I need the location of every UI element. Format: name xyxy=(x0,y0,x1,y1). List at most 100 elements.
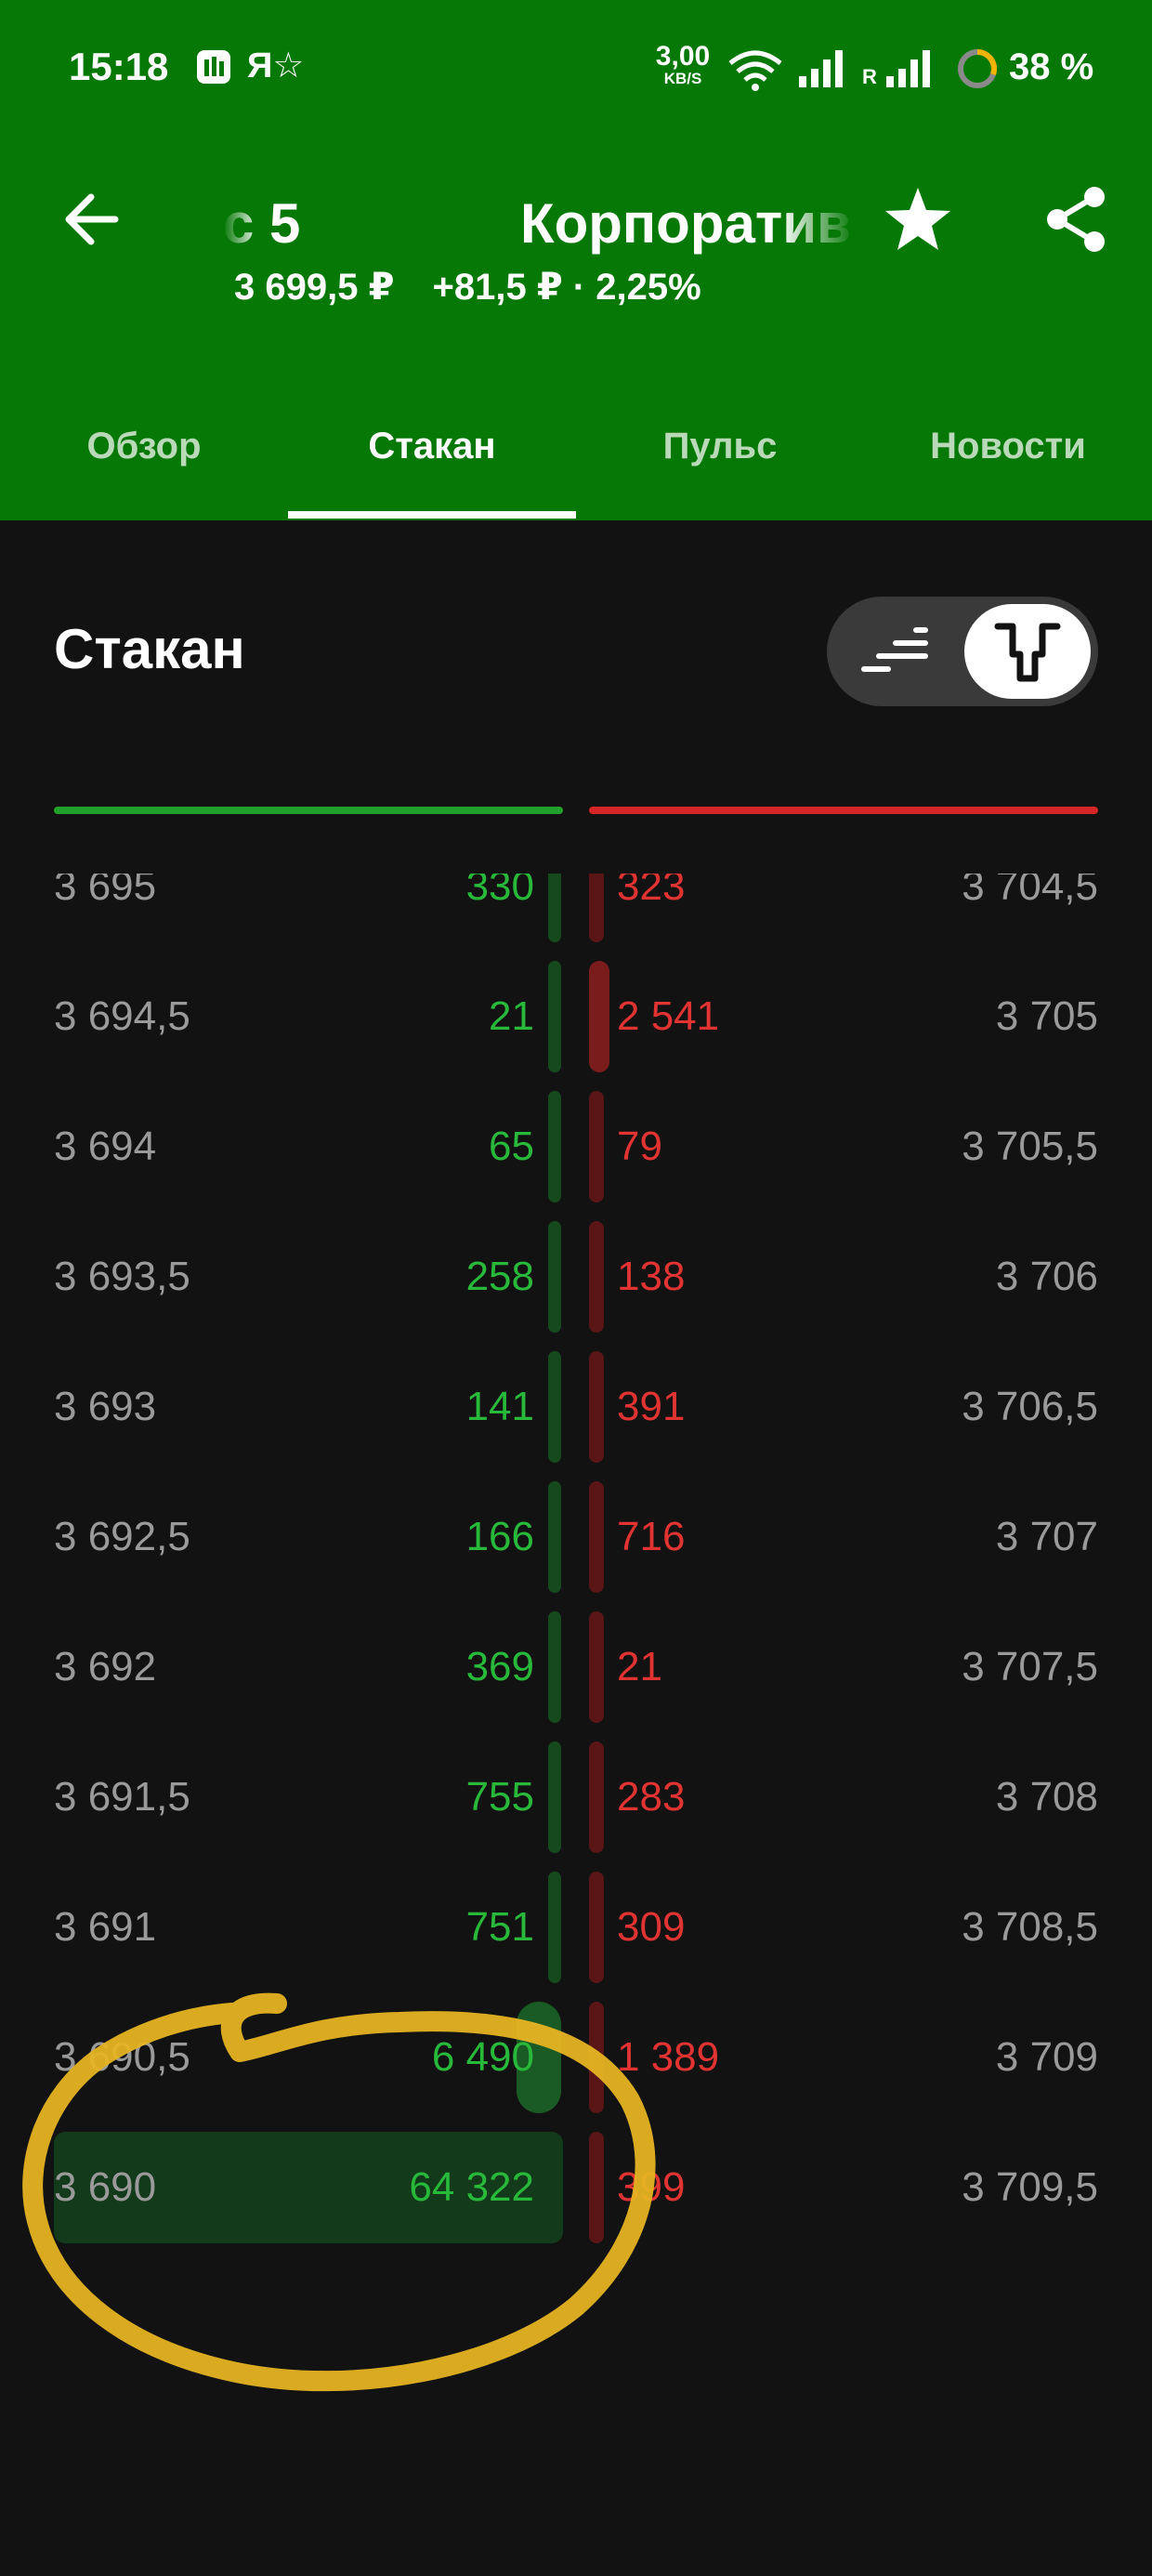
ask-quantity: 138 xyxy=(617,1254,686,1299)
bid-quantity: 21 xyxy=(489,993,534,1039)
asks-indicator-line xyxy=(589,807,1098,814)
ask-volume-bar xyxy=(589,1741,604,1853)
bid-quantity: 258 xyxy=(465,1254,534,1299)
app-notification-icon xyxy=(197,50,230,84)
order-book-row[interactable]: 3 692,5 166 716 3 707 xyxy=(0,1472,1152,1602)
wifi-icon xyxy=(728,50,782,91)
bid-volume-bar xyxy=(548,1872,561,1983)
bid-quantity: 369 xyxy=(465,1644,534,1689)
ask-price: 3 708,5 xyxy=(962,1904,1098,1950)
instrument-header: 15:18 Я☆ 3,00 KB/S R 38 % с 5 Корпоратив… xyxy=(0,0,1152,520)
ask-price: 3 709 xyxy=(995,2034,1098,2080)
ask-price: 3 707 xyxy=(995,1514,1098,1559)
roaming-indicator: R xyxy=(862,65,877,88)
ask-quantity: 391 xyxy=(617,1384,686,1429)
bid-price: 3 694 xyxy=(54,1124,157,1169)
tab-news[interactable]: Новости xyxy=(864,390,1152,520)
order-book-row[interactable]: 3 695 330 323 3 704,5 xyxy=(0,874,1152,952)
bid-quantity: 166 xyxy=(465,1514,534,1559)
ask-price: 3 704,5 xyxy=(962,874,1098,909)
bid-price: 3 691,5 xyxy=(54,1774,190,1820)
bid-price: 3 694,5 xyxy=(54,993,190,1039)
tab-pulse[interactable]: Пульс xyxy=(576,390,864,520)
price-change: +81,5 ₽ · 2,25% xyxy=(432,267,701,308)
tab-bar: Обзор Стакан Пульс Новости xyxy=(0,390,1152,520)
order-book-row[interactable]: 3 690 64 322 399 3 709,5 xyxy=(0,2123,1152,2253)
order-book-row[interactable]: 3 694 65 79 3 705,5 xyxy=(0,1082,1152,1212)
instrument-title: с 5 Корпоратив xyxy=(223,186,855,260)
ask-price: 3 705 xyxy=(995,993,1098,1039)
order-book-row[interactable]: 3 690,5 6 490 1 389 3 709 xyxy=(0,1992,1152,2123)
bids-indicator-line xyxy=(54,807,563,814)
list-icon[interactable] xyxy=(851,619,940,684)
status-bar: 15:18 Я☆ 3,00 KB/S R 38 % xyxy=(0,0,1152,139)
bid-price: 3 690 xyxy=(54,2164,157,2210)
bid-quantity: 65 xyxy=(489,1124,534,1169)
ask-price: 3 706 xyxy=(995,1254,1098,1299)
tab-overview[interactable]: Обзор xyxy=(0,390,288,520)
ask-price: 3 709,5 xyxy=(962,2164,1098,2210)
battery-percent: 38 % xyxy=(1009,46,1094,87)
ask-price: 3 708 xyxy=(995,1774,1098,1820)
order-book-row[interactable]: 3 693,5 258 138 3 706 xyxy=(0,1212,1152,1342)
order-book-row[interactable]: 3 691,5 755 283 3 708 xyxy=(0,1732,1152,1862)
tab-order-book[interactable]: Стакан xyxy=(288,390,576,520)
ask-price: 3 706,5 xyxy=(962,1384,1098,1429)
current-price: 3 699,5 ₽ xyxy=(234,267,395,308)
bid-volume-bar xyxy=(548,874,561,942)
bid-quantity: 755 xyxy=(465,1774,534,1820)
bid-quantity: 751 xyxy=(465,1904,534,1950)
bid-quantity: 141 xyxy=(465,1384,534,1429)
star-icon[interactable] xyxy=(881,182,955,256)
ask-volume-bar xyxy=(589,2132,604,2243)
order-book-row[interactable]: 3 691 751 309 3 708,5 xyxy=(0,1862,1152,1992)
yandex-notification-icon: Я☆ xyxy=(247,46,305,85)
active-tab-indicator xyxy=(288,511,576,519)
ask-quantity: 283 xyxy=(617,1774,686,1820)
signal-icon xyxy=(799,50,843,87)
ask-volume-bar xyxy=(589,1872,604,1983)
bid-volume-bar xyxy=(548,1611,561,1723)
ask-quantity: 1 389 xyxy=(617,2034,720,2080)
order-book-icon xyxy=(994,623,1061,682)
order-book-row[interactable]: 3 692 369 21 3 707,5 xyxy=(0,1602,1152,1732)
ask-quantity: 716 xyxy=(617,1514,686,1559)
ask-volume-bar xyxy=(589,961,609,1072)
bid-price: 3 692,5 xyxy=(54,1514,190,1559)
bid-quantity: 330 xyxy=(465,874,534,909)
ask-quantity: 309 xyxy=(617,1904,686,1950)
bid-price: 3 691 xyxy=(54,1904,157,1950)
view-toggle[interactable] xyxy=(827,597,1098,706)
back-arrow-icon[interactable] xyxy=(58,186,124,253)
signal-icon xyxy=(886,50,930,87)
ask-price: 3 705,5 xyxy=(962,1124,1098,1169)
bid-volume-bar xyxy=(548,1741,561,1853)
battery-icon xyxy=(958,48,998,88)
order-book-row[interactable]: 3 693 141 391 3 706,5 xyxy=(0,1342,1152,1472)
order-book-view-option[interactable] xyxy=(964,604,1091,699)
ask-volume-bar xyxy=(589,2002,604,2113)
bid-volume-bar xyxy=(548,1481,561,1593)
ask-quantity: 323 xyxy=(617,874,686,909)
bid-quantity: 64 322 xyxy=(409,2164,534,2210)
order-book-row[interactable]: 3 694,5 21 2 541 3 705 xyxy=(0,952,1152,1082)
ask-quantity: 399 xyxy=(617,2164,686,2210)
status-time: 15:18 xyxy=(69,45,169,88)
ask-quantity: 79 xyxy=(617,1124,662,1169)
bid-volume-bar xyxy=(548,1091,561,1203)
bid-price: 3 693 xyxy=(54,1384,157,1429)
share-icon[interactable] xyxy=(1039,182,1113,256)
bid-volume-bar xyxy=(548,1351,561,1463)
ask-quantity: 21 xyxy=(617,1644,662,1689)
ask-volume-bar xyxy=(589,1351,604,1463)
bid-volume-bar xyxy=(548,961,561,1072)
ask-volume-bar xyxy=(589,1481,604,1593)
ask-volume-bar xyxy=(589,874,604,942)
bid-price: 3 693,5 xyxy=(54,1254,190,1299)
bid-quantity: 6 490 xyxy=(431,2034,534,2080)
ask-volume-bar xyxy=(589,1221,604,1333)
ask-quantity: 2 541 xyxy=(617,993,720,1039)
ask-volume-bar xyxy=(589,1611,604,1723)
bid-volume-bar xyxy=(548,1221,561,1333)
ask-volume-bar xyxy=(589,1091,604,1203)
